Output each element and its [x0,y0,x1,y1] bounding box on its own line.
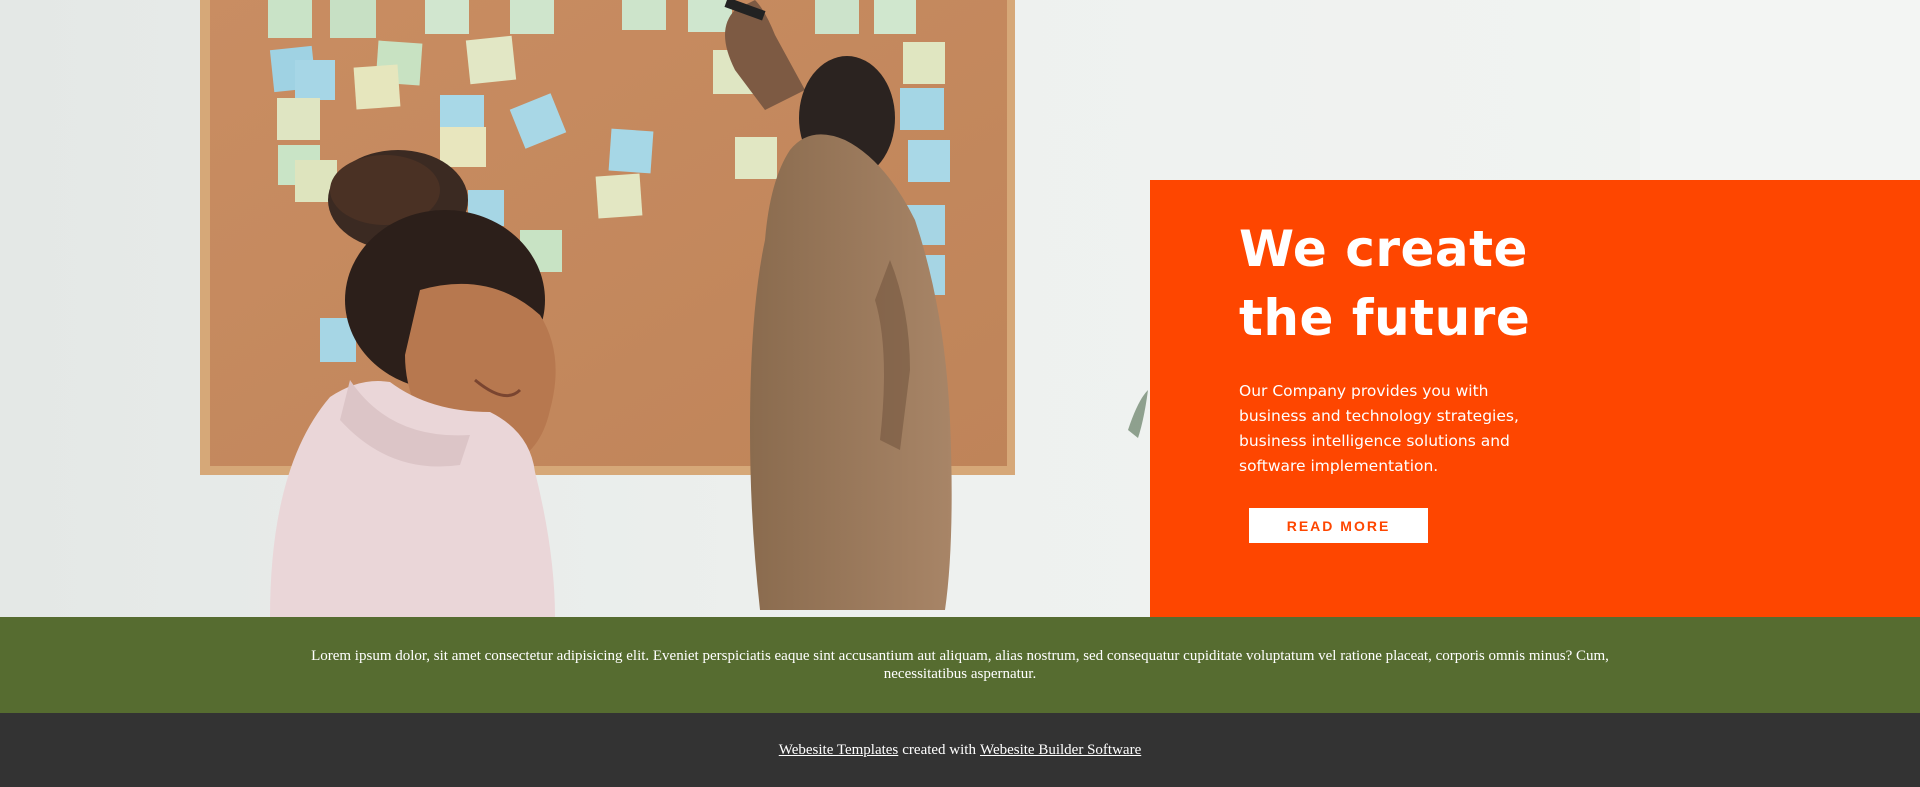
intro-strip-text: Lorem ipsum dolor, sit amet consectetur … [311,648,1609,682]
hero-title-line-2: the future [1239,289,1531,347]
footer: Webesite Templates created with Webesite… [0,713,1920,787]
intro-strip: Lorem ipsum dolor, sit amet consectetur … [0,617,1920,713]
footer-link-templates[interactable]: Webesite Templates [779,742,899,759]
footer-link-builder-software[interactable]: Webesite Builder Software [980,742,1141,759]
footer-created-with-text: created with [902,741,976,758]
hero-callout-panel: We create the future Our Company provide… [1150,180,1920,617]
hero-title-line-1: We create [1239,220,1528,278]
read-more-button[interactable]: READ MORE [1249,508,1428,543]
hero-description: Our Company provides you with business a… [1239,382,1519,475]
hero-title: We create the future [1239,215,1619,353]
hero-section: We create the future Our Company provide… [0,0,1920,617]
